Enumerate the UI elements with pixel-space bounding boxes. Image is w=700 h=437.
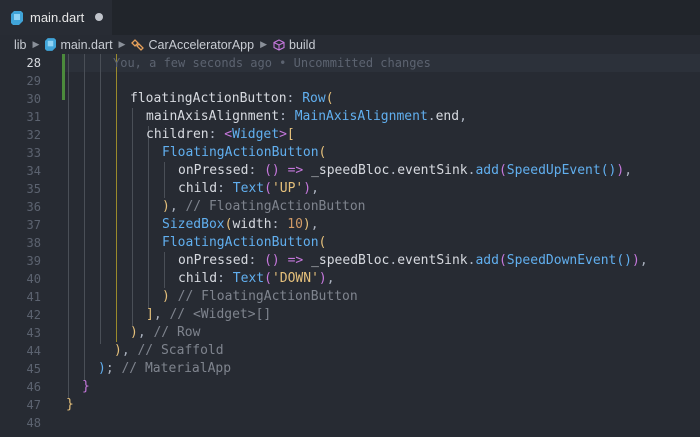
class-icon (131, 38, 145, 51)
line-number-gutter: 28 29 30 31 32 33 34 35 36 37 38 39 40 4… (0, 54, 44, 437)
chevron-right-icon: ▶ (118, 39, 126, 49)
code-line-39: onPressed: () => _speedBloc.eventSink.ad… (178, 253, 648, 268)
line-number: 34 (26, 164, 41, 178)
line-number: 45 (26, 362, 41, 376)
line-number: 33 (26, 146, 41, 160)
line-number: 28 (26, 56, 41, 70)
chevron-right-icon: ▶ (32, 39, 40, 49)
line-number: 47 (26, 398, 41, 412)
line-number: 30 (26, 92, 41, 106)
breadcrumb-label: build (289, 37, 316, 52)
indent-guide (84, 54, 85, 380)
breadcrumb-item-lib[interactable]: lib (14, 38, 27, 52)
code-line-36: ), // FloatingActionButton (162, 199, 366, 214)
indent-guide-active (116, 54, 117, 342)
breadcrumb-item-class[interactable]: CarAcceleratorApp (131, 38, 254, 52)
line-number: 37 (26, 218, 41, 232)
breadcrumb-label: main.dart (60, 37, 113, 52)
chevron-right-icon: ▶ (260, 39, 267, 49)
code-line-42: ], // <Widget>[] (146, 307, 272, 322)
line-number: 40 (26, 272, 41, 286)
code-line-33: FloatingActionButton( (162, 145, 327, 160)
code-line-37: SizedBox(width: 10), (162, 217, 319, 232)
indent-guide (164, 162, 165, 198)
dart-file-icon (11, 10, 23, 25)
code-line-47: } (66, 397, 74, 412)
code-line-41: ) // FloatingActionButton (162, 289, 358, 304)
code-line-40: child: Text('DOWN'), (178, 271, 335, 286)
indent-guide (68, 54, 69, 398)
breadcrumb-item-method[interactable]: build (273, 38, 315, 52)
git-modified-marker (62, 54, 65, 100)
line-number: 31 (26, 110, 41, 124)
indent-guide (132, 108, 133, 326)
line-number: 44 (26, 344, 41, 358)
breadcrumb-label: lib (14, 37, 27, 52)
line-number: 43 (26, 326, 41, 340)
line-number: 39 (26, 254, 41, 268)
code-line-31: mainAxisAlignment: MainAxisAlignment.end… (146, 109, 467, 124)
code-line-34: onPressed: () => _speedBloc.eventSink.ad… (178, 163, 633, 178)
dart-file-icon (45, 38, 57, 51)
tab-label: main.dart (30, 10, 85, 25)
indent-guide (148, 126, 149, 308)
indent-guide (100, 54, 101, 344)
line-number: 42 (26, 308, 41, 322)
code-line-44: ), // Scaffold (114, 343, 224, 358)
code-editor[interactable]: 28 29 30 31 32 33 34 35 36 37 38 39 40 4… (0, 54, 700, 437)
code-line-46: } (82, 379, 90, 394)
line-number: 35 (26, 182, 41, 196)
line-number: 38 (26, 236, 41, 250)
tab-main-dart[interactable]: main.dart (0, 0, 112, 35)
line-number: 32 (26, 128, 41, 142)
line-number: 46 (26, 380, 41, 394)
code-line-35: child: Text('UP'), (178, 181, 319, 196)
line-number: 29 (26, 74, 41, 88)
git-blame-annotation: You, a few seconds ago • Uncommitted cha… (113, 56, 431, 70)
code-line-43: ), // Row (130, 325, 201, 340)
breadcrumb-item-file[interactable]: main.dart (45, 37, 113, 52)
unsaved-dot-icon[interactable] (95, 13, 103, 21)
code-line-32: children: <Widget>[ (146, 127, 295, 142)
line-number: 36 (26, 200, 41, 214)
breadcrumb-label: CarAcceleratorApp (148, 37, 255, 52)
indent-guide (164, 252, 165, 288)
code-line-38: FloatingActionButton( (162, 235, 327, 250)
method-cube-icon (273, 38, 285, 51)
code-line-30: floatingActionButton: Row( (130, 91, 334, 106)
line-number: 41 (26, 290, 41, 304)
breadcrumb: lib ▶ main.dart ▶ CarAcceleratorApp ▶ bu… (0, 35, 700, 54)
tab-bar: main.dart (0, 0, 700, 35)
line-number: 48 (26, 416, 41, 430)
code-line-45: ); // MaterialApp (98, 361, 232, 376)
